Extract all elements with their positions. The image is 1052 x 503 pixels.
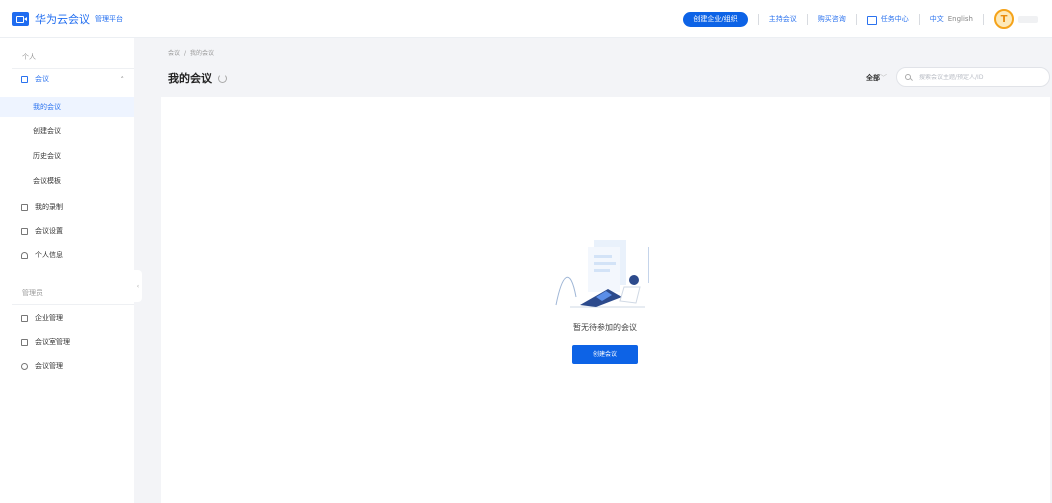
sidebar-item-enterprise[interactable]: 企业管理 [0,308,134,328]
sidebar-item-label: 会议设置 [35,227,63,235]
laptop [619,286,641,304]
sidebar-item-label: 我的录制 [35,203,63,211]
empty-state-illustration [555,240,649,308]
top-header: 华为云会议 管理平台 创建企业/组织 主持会议 购买咨询 任务中心 中文 Eng… [0,0,1052,38]
header-actions: 创建企业/组织 主持会议 购买咨询 任务中心 中文 English T [683,9,1038,29]
avatar[interactable]: T [994,9,1014,29]
refresh-icon[interactable] [218,73,227,83]
filter-dropdown[interactable]: 全部﹀ [866,73,887,83]
sidebar-item-label: 会议管理 [35,362,63,370]
globe-icon [21,362,28,370]
task-center-label: 任务中心 [880,15,909,23]
sidebar-item-label: 会议室管理 [35,338,70,346]
breadcrumb-root[interactable]: 会议 [168,50,180,57]
sidebar-group-meeting[interactable]: 会议 ˄ [0,69,134,89]
purchase-link[interactable]: 购买咨询 [818,14,846,24]
chevron-left-icon: ‹ [136,282,140,290]
sidebar-item-label: 企业管理 [35,314,63,322]
sidebar-group-label: 会议 [35,75,49,83]
search-icon [905,74,911,80]
filter-value: 全部 [866,74,880,82]
room-icon [21,338,28,346]
document-line [594,255,612,258]
sidebar-item-create-meeting[interactable]: 创建会议 [0,121,134,141]
divider [983,13,984,25]
task-center-link[interactable]: 任务中心 [866,14,909,25]
divider [918,13,920,25]
sidebar-item-settings[interactable]: 会议设置 [0,221,134,241]
plant-line [555,276,577,306]
sidebar-item-templates[interactable]: 会议模板 [0,171,134,191]
section-title-admin: 管理员 [22,289,43,297]
enterprise-icon [21,314,28,322]
settings-icon [21,227,28,235]
sidebar-item-label: 个人信息 [35,251,63,259]
user-icon [21,251,28,259]
page-title: 我的会议 [168,70,227,86]
section-divider [12,304,134,305]
search-input[interactable] [919,73,1039,81]
person-head [629,275,639,285]
chevron-down-icon: ﹀ [880,74,887,82]
sidebar-item-recordings[interactable]: 我的录制 [0,197,134,217]
sidebar-item-personal-info[interactable]: 个人信息 [0,245,134,265]
sidebar: 个人 会议 ˄ 我的会议 创建会议 历史会议 会议模板 我的录制 会议设置 个人… [0,38,134,503]
divider [757,13,759,25]
create-meeting-button[interactable]: 创建会议 [572,345,638,364]
app-subtitle: 管理平台 [95,15,123,23]
dashed-line [648,247,649,283]
task-check-icon [866,15,877,25]
lang-en-option[interactable]: English [948,15,973,23]
breadcrumb-separator: / [184,50,187,57]
sidebar-collapse-toggle[interactable]: ‹ [134,270,142,302]
file-icon [21,203,28,211]
sidebar-item-my-meetings[interactable]: 我的会议 [0,97,134,117]
video-camera-icon [12,12,29,26]
section-title-personal: 个人 [22,53,36,61]
document-line [594,262,616,265]
sidebar-item-meeting-mgmt[interactable]: 会议管理 [0,356,134,376]
create-org-button[interactable]: 创建企业/组织 [683,11,748,27]
breadcrumb: 会议 / 我的会议 [168,48,214,57]
search-box[interactable] [896,67,1050,87]
app-logo[interactable]: 华为云会议 管理平台 [12,11,123,27]
page-title-text: 我的会议 [168,72,212,85]
divider [855,13,857,25]
calendar-icon [21,75,28,83]
host-meeting-link[interactable]: 主持会议 [769,14,797,24]
empty-state-text: 暂无待参加的会议 [573,323,637,332]
chevron-up-icon: ˄ [120,76,125,84]
lang-zh-option[interactable]: 中文 [930,14,944,24]
breadcrumb-current: 我的会议 [190,50,215,57]
sidebar-item-history[interactable]: 历史会议 [0,146,134,166]
document-line [594,269,610,272]
user-name-placeholder[interactable] [1018,15,1038,23]
app-name: 华为云会议 [35,13,90,26]
sidebar-item-room-mgmt[interactable]: 会议室管理 [0,332,134,352]
divider [806,13,808,25]
